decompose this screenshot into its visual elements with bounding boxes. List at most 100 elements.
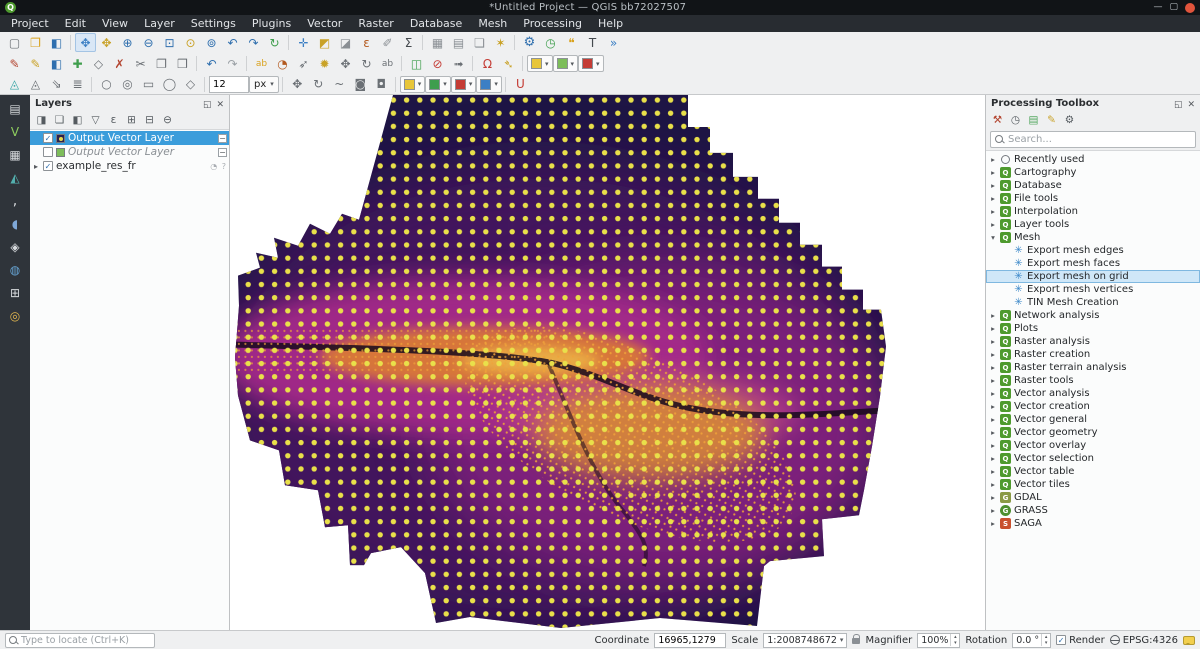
- layer-expand-arrow[interactable]: ▸: [32, 162, 40, 171]
- deselect-features-icon[interactable]: ◪: [335, 33, 356, 52]
- mesh-transform-icon[interactable]: ⇘: [46, 75, 67, 94]
- add-ring-icon[interactable]: ◙: [350, 75, 371, 94]
- tree-expand-arrow[interactable]: ▸: [989, 493, 997, 502]
- digitize-rectangle-icon[interactable]: ▭: [138, 75, 159, 94]
- add-group-icon[interactable]: ❏: [51, 112, 68, 128]
- python-console-icon[interactable]: »: [603, 33, 624, 52]
- menu-raster[interactable]: Raster: [350, 16, 401, 31]
- tree-expand-arrow[interactable]: ▸: [989, 376, 997, 385]
- copy-features-icon[interactable]: ❐: [151, 54, 172, 73]
- tree-expand-arrow[interactable]: ▸: [989, 194, 997, 203]
- toolbox-item[interactable]: ▸QRaster terrain analysis: [986, 361, 1200, 374]
- layer-diagram-icon[interactable]: ◔: [272, 54, 293, 73]
- stroke-style-button[interactable]: ▾: [578, 55, 604, 72]
- toolbox-item[interactable]: ▸QLayer tools: [986, 218, 1200, 231]
- toolbox-item[interactable]: ▸GGRASS: [986, 504, 1200, 517]
- zoom-last-icon[interactable]: ↶: [222, 33, 243, 52]
- locate-bar[interactable]: [5, 633, 155, 648]
- toolbox-item[interactable]: ▸QVector selection: [986, 452, 1200, 465]
- tree-expand-arrow[interactable]: ▸: [989, 428, 997, 437]
- menu-edit[interactable]: Edit: [57, 16, 94, 31]
- vertex-tool-icon[interactable]: ◇: [88, 54, 109, 73]
- mesh-digitizing-icon[interactable]: ◬: [4, 75, 25, 94]
- change-label-icon[interactable]: ab: [377, 54, 398, 73]
- menu-plugins[interactable]: Plugins: [244, 16, 299, 31]
- digitize-circle-icon[interactable]: ○: [96, 75, 117, 94]
- maximize-button[interactable]: ▢: [1169, 3, 1178, 12]
- legend-collapse-box[interactable]: −: [218, 148, 227, 157]
- snapping-icon[interactable]: Ω: [477, 54, 498, 73]
- messages-icon[interactable]: [1183, 636, 1195, 645]
- toolbox-item[interactable]: ✳Export mesh on grid: [986, 270, 1200, 283]
- undo-icon[interactable]: ↶: [201, 54, 222, 73]
- tree-expand-arrow[interactable]: ▸: [989, 454, 997, 463]
- redo-icon[interactable]: ↷: [222, 54, 243, 73]
- lock-scale-icon[interactable]: [852, 638, 860, 644]
- spinner-arrows[interactable]: ▴▾: [950, 634, 959, 646]
- toggle-editing-icon[interactable]: ✎: [25, 54, 46, 73]
- tree-expand-arrow[interactable]: ▾: [989, 233, 997, 242]
- toolbox-item[interactable]: ▸QVector general: [986, 413, 1200, 426]
- results-viewer-icon[interactable]: ▤: [1025, 112, 1042, 128]
- render-checkbox[interactable]: ✓ Render: [1056, 635, 1105, 646]
- labels-style-button[interactable]: ▾: [527, 55, 553, 72]
- tree-expand-arrow[interactable]: ▸: [989, 506, 997, 515]
- style-manager-icon[interactable]: ✶: [490, 33, 511, 52]
- digitize-circle-3p-icon[interactable]: ◎: [117, 75, 138, 94]
- tree-expand-arrow[interactable]: ▸: [989, 441, 997, 450]
- toolbox-item[interactable]: ▸QVector overlay: [986, 439, 1200, 452]
- move-label-icon[interactable]: ✥: [335, 54, 356, 73]
- units-combo[interactable]: px▾: [249, 76, 279, 93]
- toolbox-item[interactable]: ✳Export mesh faces: [986, 257, 1200, 270]
- tree-expand-arrow[interactable]: ▸: [989, 480, 997, 489]
- filter-expression-icon[interactable]: ε: [105, 112, 122, 128]
- tree-expand-arrow[interactable]: ▸: [989, 181, 997, 190]
- close-button[interactable]: [1185, 3, 1195, 13]
- toolbox-item[interactable]: ▸QVector table: [986, 465, 1200, 478]
- line-style-button[interactable]: ▾: [425, 76, 451, 93]
- magnet-snapping-icon[interactable]: U: [510, 75, 531, 94]
- toolbox-item[interactable]: ▸QFile tools: [986, 192, 1200, 205]
- add-delimited-text-icon[interactable]: ,: [5, 192, 25, 210]
- magnifier-spinbox[interactable]: 100% ▴▾: [917, 633, 960, 648]
- digitize-polygon-icon[interactable]: ◇: [180, 75, 201, 94]
- add-wfs-icon[interactable]: ◎: [5, 307, 25, 325]
- add-part-icon[interactable]: ◘: [371, 75, 392, 94]
- toolbox-item[interactable]: ▸QVector tiles: [986, 478, 1200, 491]
- toolbox-search[interactable]: [990, 131, 1196, 148]
- menu-project[interactable]: Project: [3, 16, 57, 31]
- add-spatialite-icon[interactable]: ◈: [5, 238, 25, 256]
- spinner-arrows[interactable]: ▴▾: [1041, 634, 1050, 646]
- toolbox-item[interactable]: ▸QRaster creation: [986, 348, 1200, 361]
- panel-close-icon[interactable]: ✕: [216, 100, 224, 110]
- expand-all-icon[interactable]: ⊞: [123, 112, 140, 128]
- models-icon[interactable]: ⚒: [989, 112, 1006, 128]
- toolbox-item[interactable]: ▸Recently used: [986, 153, 1200, 166]
- toolbox-item[interactable]: ▸QVector creation: [986, 400, 1200, 413]
- new-map-view-icon[interactable]: ◫: [406, 54, 427, 73]
- processing-toolbox-icon[interactable]: ⚙: [519, 33, 540, 52]
- filter-legend-icon[interactable]: ▽: [87, 112, 104, 128]
- manage-map-themes-icon[interactable]: ◧: [69, 112, 86, 128]
- fill-style-button[interactable]: ▾: [553, 55, 579, 72]
- mesh-select-icon[interactable]: ◬: [25, 75, 46, 94]
- tree-expand-arrow[interactable]: ▸: [989, 337, 997, 346]
- highlight-labels-icon[interactable]: ✹: [314, 54, 335, 73]
- map-canvas[interactable]: [230, 95, 985, 630]
- text-annotation-icon[interactable]: T: [582, 33, 603, 52]
- toolbox-item[interactable]: ▸QVector analysis: [986, 387, 1200, 400]
- simplify-feature-icon[interactable]: ~: [329, 75, 350, 94]
- toolbox-item[interactable]: ▸QCartography: [986, 166, 1200, 179]
- layout-manager-icon[interactable]: ❏: [469, 33, 490, 52]
- current-edits-icon[interactable]: ✎: [4, 54, 25, 73]
- menu-mesh[interactable]: Mesh: [470, 16, 515, 31]
- measure-icon[interactable]: ✐: [377, 33, 398, 52]
- toolbox-item[interactable]: ▾QMesh: [986, 231, 1200, 244]
- tree-expand-arrow[interactable]: ▸: [989, 363, 997, 372]
- field-calculator-icon[interactable]: ▤: [448, 33, 469, 52]
- toolbox-item[interactable]: ▸QPlots: [986, 322, 1200, 335]
- collapse-all-icon[interactable]: ⊟: [141, 112, 158, 128]
- identify-features-icon[interactable]: ✛: [293, 33, 314, 52]
- toolbox-item[interactable]: ▸QNetwork analysis: [986, 309, 1200, 322]
- menu-processing[interactable]: Processing: [515, 16, 590, 31]
